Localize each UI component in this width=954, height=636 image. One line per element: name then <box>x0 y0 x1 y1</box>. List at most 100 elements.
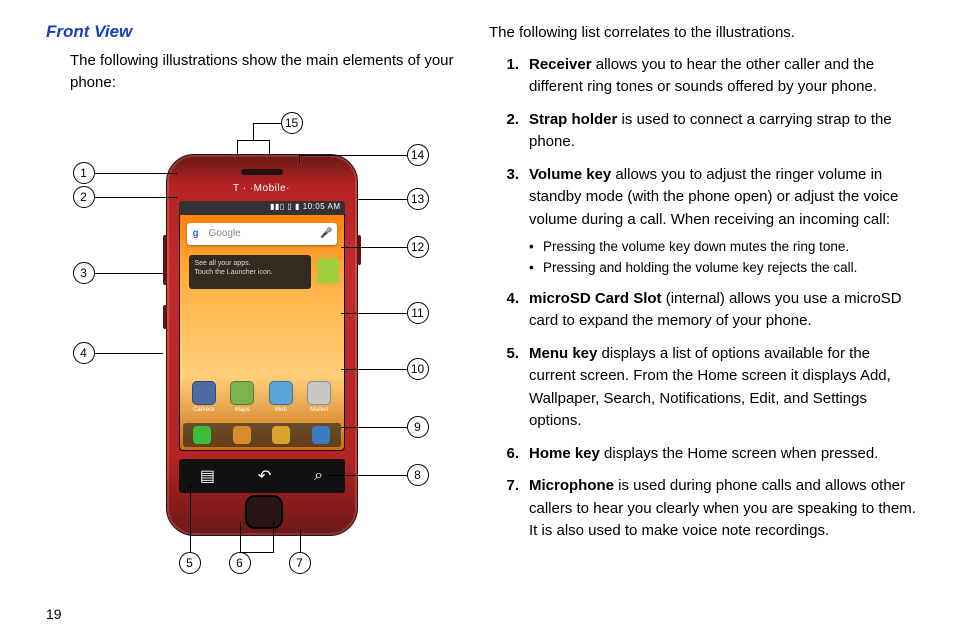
clock: 10:05 AM <box>303 202 341 211</box>
shortcut-camera: Camera <box>189 381 219 419</box>
sub-item: Pressing the volume key down mutes the r… <box>529 237 920 257</box>
item-number: 2. <box>489 109 529 154</box>
maps-icon <box>230 381 254 405</box>
callout-7: 7 <box>289 552 311 574</box>
list-item: 5. Menu key displays a list of options a… <box>489 343 920 433</box>
messages-icon <box>272 426 290 444</box>
callout-14: 14 <box>407 144 429 166</box>
lead-14b <box>299 155 301 163</box>
callout-13: 13 <box>407 188 429 210</box>
sub-list: Pressing the volume key down mutes the r… <box>529 237 920 278</box>
phone-body: T · ·Mobile· ▮▮▯ ▯ ▮ 10:05 AM g Google 🎤… <box>166 154 358 536</box>
shortcut-row: Camera Maps Web Market <box>185 381 339 419</box>
list-item: 4. microSD Card Slot (internal) allows y… <box>489 288 920 333</box>
list-item: 2. Strap holder is used to connect a car… <box>489 109 920 154</box>
shortcut-maps: Maps <box>227 381 257 419</box>
lead-5 <box>190 484 192 552</box>
lead-8 <box>329 475 407 477</box>
dock <box>183 423 341 447</box>
carrier-label: T · ·Mobile· <box>167 183 357 194</box>
lead-14a <box>299 155 407 157</box>
lead-15b <box>269 140 271 156</box>
shortcut-market: Market <box>304 381 334 419</box>
lead-13 <box>357 199 407 201</box>
item-number: 1. <box>489 54 529 99</box>
section-heading: Front View <box>46 22 465 42</box>
apps-icon <box>312 426 330 444</box>
shortcut-web: Web <box>266 381 296 419</box>
signal-icon: ▮▮▯ ▯ ▮ <box>270 202 303 211</box>
callout-8: 8 <box>407 464 429 486</box>
item-term: Menu key <box>529 345 597 362</box>
google-logo-icon: g <box>187 228 205 239</box>
camera-icon <box>192 381 216 405</box>
left-intro: The following illustrations show the mai… <box>70 50 465 94</box>
item-number: 7. <box>489 475 529 543</box>
callout-4: 4 <box>73 342 95 364</box>
google-search-widget: g Google 🎤 <box>187 223 337 245</box>
item-number: 4. <box>489 288 529 333</box>
android-icon <box>317 259 339 283</box>
contacts-icon <box>233 426 251 444</box>
list-item: 3. Volume key allows you to adjust the r… <box>489 164 920 278</box>
lead-15d <box>253 123 255 140</box>
item-number: 6. <box>489 443 529 466</box>
list-item: 7. Microphone is used during phone calls… <box>489 475 920 543</box>
callout-5: 5 <box>179 552 201 574</box>
item-term: Home key <box>529 445 600 462</box>
callout-2: 2 <box>73 186 95 208</box>
item-number: 3. <box>489 164 529 278</box>
tips-widget: See all your apps. Touch the Launcher ic… <box>189 255 311 289</box>
lead-9 <box>341 427 407 429</box>
voice-search-icon: 🎤 <box>317 228 337 239</box>
search-placeholder: Google <box>205 228 317 239</box>
callout-3: 3 <box>73 262 95 284</box>
item-term: Receiver <box>529 56 592 73</box>
softkey-row: ▤ ↶ ⌕ <box>179 459 345 493</box>
lead-3 <box>95 273 163 275</box>
power-key <box>357 235 361 265</box>
callout-1: 1 <box>73 162 95 184</box>
home-key <box>245 495 283 529</box>
lead-15c <box>237 140 269 142</box>
lead-12 <box>341 247 407 249</box>
callout-10: 10 <box>407 358 429 380</box>
callout-11: 11 <box>407 302 429 324</box>
lead-7 <box>300 530 302 552</box>
status-bar: ▮▮▯ ▯ ▮ 10:05 AM <box>179 201 345 215</box>
right-intro: The following list correlates to the ill… <box>489 22 920 44</box>
volume-key <box>163 235 167 285</box>
item-term: microSD Card Slot <box>529 290 662 307</box>
description-list: 1. Receiver allows you to hear the other… <box>489 54 920 543</box>
lead-15e <box>253 123 281 125</box>
callout-15: 15 <box>281 112 303 134</box>
sub-item: Pressing and holding the volume key reje… <box>529 258 920 278</box>
lead-2 <box>95 197 177 199</box>
item-term: Strap holder <box>529 111 617 128</box>
item-number: 5. <box>489 343 529 433</box>
item-term: Volume key <box>529 166 611 183</box>
lead-10 <box>341 369 407 371</box>
receiver-slot <box>241 169 283 175</box>
back-key-icon: ↶ <box>258 466 271 486</box>
search-key-icon: ⌕ <box>314 467 323 485</box>
callout-9: 9 <box>407 416 429 438</box>
list-item: 1. Receiver allows you to hear the other… <box>489 54 920 99</box>
page-number: 19 <box>46 606 62 622</box>
market-icon <box>307 381 331 405</box>
callout-12: 12 <box>407 236 429 258</box>
lead-11 <box>341 313 407 315</box>
phone-diagram: T · ·Mobile· ▮▮▯ ▯ ▮ 10:05 AM g Google 🎤… <box>51 104 461 584</box>
lead-1 <box>95 173 177 175</box>
lead-6c <box>240 552 274 554</box>
item-term: Microphone <box>529 477 614 494</box>
web-icon <box>269 381 293 405</box>
lead-15a <box>237 140 239 156</box>
lead-6b <box>273 522 275 552</box>
sd-slot <box>163 305 167 329</box>
item-text: displays the Home screen when pressed. <box>600 445 878 462</box>
callout-6: 6 <box>229 552 251 574</box>
menu-key-icon: ▤ <box>200 466 215 486</box>
lead-6a <box>240 522 242 552</box>
phone-screen: ▮▮▯ ▯ ▮ 10:05 AM g Google 🎤 See all your… <box>179 201 345 451</box>
